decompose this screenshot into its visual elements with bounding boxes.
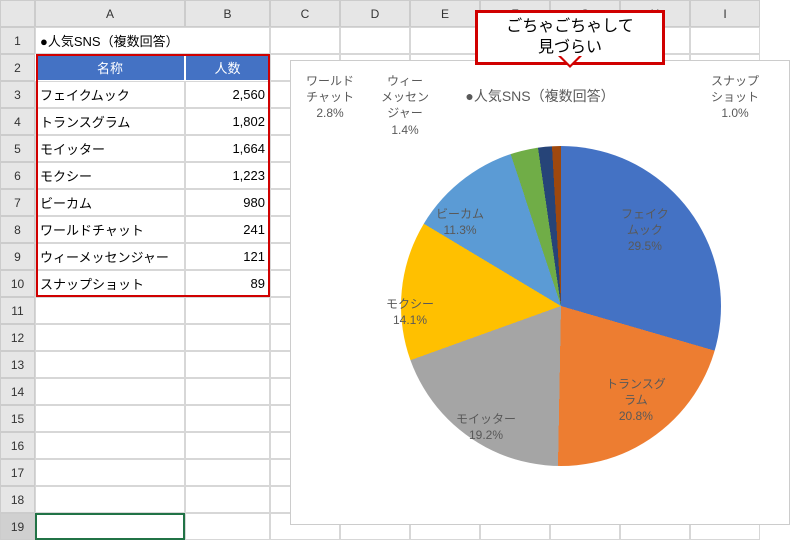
row-header-4[interactable]: 4 <box>0 108 35 135</box>
table-row[interactable]: ビーカム <box>35 189 185 216</box>
table-row[interactable]: 1,802 <box>185 108 270 135</box>
pie-label: モイッター19.2% <box>456 411 516 443</box>
col-header-D[interactable]: D <box>340 0 410 27</box>
cell[interactable] <box>185 459 270 486</box>
col-header-B[interactable]: B <box>185 0 270 27</box>
cell[interactable] <box>185 432 270 459</box>
cell[interactable] <box>185 513 270 540</box>
row-header-3[interactable]: 3 <box>0 81 35 108</box>
row-header-17[interactable]: 17 <box>0 459 35 486</box>
col-header-I[interactable]: I <box>690 0 760 27</box>
table-row[interactable]: 1,223 <box>185 162 270 189</box>
table-header-name[interactable]: 名称 <box>35 54 185 81</box>
row-header-7[interactable]: 7 <box>0 189 35 216</box>
pie-label: ビーカム11.3% <box>436 206 484 238</box>
select-all-corner[interactable] <box>0 0 35 27</box>
cell[interactable] <box>185 324 270 351</box>
row-header-8[interactable]: 8 <box>0 216 35 243</box>
table-row[interactable]: トランスグラム <box>35 108 185 135</box>
table-row[interactable]: フェイクムック <box>35 81 185 108</box>
pie-label: ウィーメッセンジャー1.4% <box>381 73 429 138</box>
cell[interactable] <box>185 405 270 432</box>
cell[interactable] <box>35 459 185 486</box>
pie-label: スナップショット1.0% <box>711 73 759 122</box>
row-header-1[interactable]: 1 <box>0 27 35 54</box>
cell[interactable] <box>185 378 270 405</box>
cell[interactable] <box>35 405 185 432</box>
row-header-16[interactable]: 16 <box>0 432 35 459</box>
cell[interactable] <box>35 297 185 324</box>
table-row[interactable]: モイッター <box>35 135 185 162</box>
annotation-callout: ごちゃごちゃして見づらい <box>475 10 665 65</box>
row-header-6[interactable]: 6 <box>0 162 35 189</box>
cell[interactable] <box>410 27 480 54</box>
cell[interactable] <box>690 27 760 54</box>
row-header-15[interactable]: 15 <box>0 405 35 432</box>
row-header-2[interactable]: 2 <box>0 54 35 81</box>
table-row[interactable]: 1,664 <box>185 135 270 162</box>
row-header-13[interactable]: 13 <box>0 351 35 378</box>
cell[interactable] <box>35 486 185 513</box>
cell[interactable] <box>185 351 270 378</box>
table-row[interactable]: 241 <box>185 216 270 243</box>
row-header-10[interactable]: 10 <box>0 270 35 297</box>
selected-cell[interactable] <box>35 513 185 540</box>
pie-chart[interactable]: ●人気SNS（複数回答） フェイクムック29.5% トランスグラム20.8% モ… <box>290 60 790 525</box>
table-row[interactable]: スナップショット <box>35 270 185 297</box>
cell[interactable] <box>35 432 185 459</box>
row-header-5[interactable]: 5 <box>0 135 35 162</box>
pie-graphic <box>401 146 721 466</box>
pie-label: モクシー14.1% <box>386 296 434 328</box>
row-header-19[interactable]: 19 <box>0 513 35 540</box>
col-header-C[interactable]: C <box>270 0 340 27</box>
cell[interactable] <box>185 297 270 324</box>
table-row[interactable]: 980 <box>185 189 270 216</box>
row-header-12[interactable]: 12 <box>0 324 35 351</box>
table-row[interactable]: 2,560 <box>185 81 270 108</box>
table-row[interactable]: 89 <box>185 270 270 297</box>
cell[interactable] <box>340 27 410 54</box>
cell[interactable] <box>35 324 185 351</box>
callout-text: ごちゃごちゃして見づらい <box>506 17 634 59</box>
table-row[interactable]: モクシー <box>35 162 185 189</box>
row-header-18[interactable]: 18 <box>0 486 35 513</box>
row-header-11[interactable]: 11 <box>0 297 35 324</box>
table-header-count[interactable]: 人数 <box>185 54 270 81</box>
table-row[interactable]: 121 <box>185 243 270 270</box>
col-header-E[interactable]: E <box>410 0 480 27</box>
cell-title[interactable]: ●人気SNS（複数回答） <box>35 27 270 54</box>
cell[interactable] <box>270 27 340 54</box>
cell[interactable] <box>185 486 270 513</box>
table-row[interactable]: ワールドチャット <box>35 216 185 243</box>
row-header-9[interactable]: 9 <box>0 243 35 270</box>
pie-label: ワールドチャット2.8% <box>306 73 354 122</box>
pie-label: トランスグラム20.8% <box>606 376 666 425</box>
row-header-14[interactable]: 14 <box>0 378 35 405</box>
col-header-A[interactable]: A <box>35 0 185 27</box>
pie-label: フェイクムック29.5% <box>621 206 669 255</box>
cell[interactable] <box>35 351 185 378</box>
table-row[interactable]: ウィーメッセンジャー <box>35 243 185 270</box>
cell[interactable] <box>35 378 185 405</box>
